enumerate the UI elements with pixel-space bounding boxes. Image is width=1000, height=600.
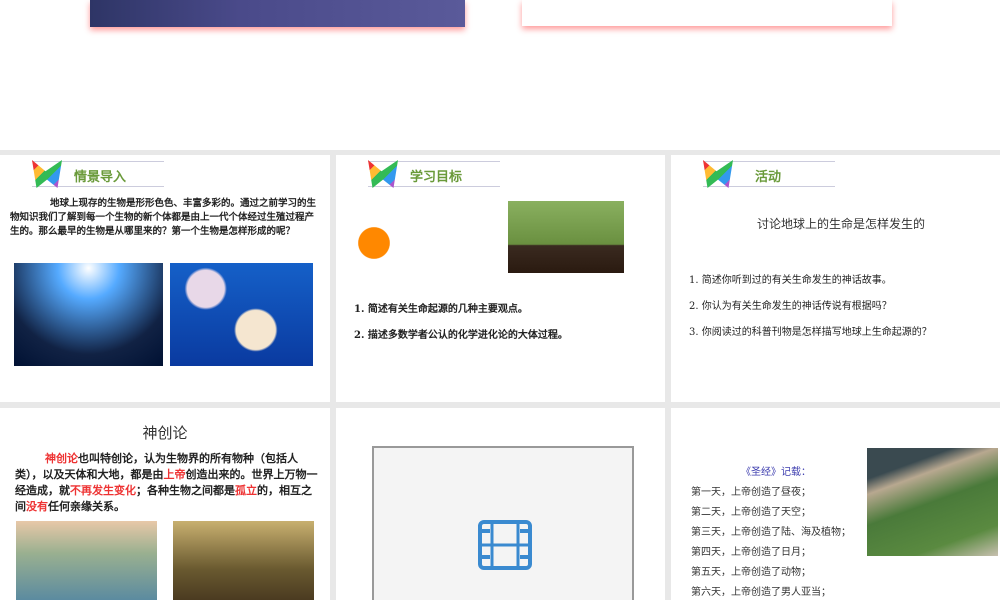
objective-2: 2. 描述多数学者公认的化学进化论的大体过程。 <box>354 330 568 341</box>
slide-4[interactable]: 活动 讨论地球上的生命是怎样发生的 1. 简述你听到过的有关生命发生的神话故事。… <box>671 155 1000 402</box>
butterfly-icon <box>368 160 398 188</box>
film-icon <box>478 520 532 570</box>
slide-header: 活动 <box>703 160 835 188</box>
text: ；各种生物之间都是 <box>136 484 235 497</box>
slide-header: 情景导入 <box>32 160 164 188</box>
sprout-image <box>508 201 624 273</box>
highlight: 神创论 <box>45 452 78 465</box>
lab-image <box>522 0 892 26</box>
text: 任何亲缘关系。 <box>48 500 125 513</box>
highlight: 没有 <box>26 500 48 513</box>
slide-title: 活动 <box>755 170 782 185</box>
highlight: 孤立 <box>235 484 257 497</box>
highlight: 上帝 <box>163 468 186 481</box>
owl-teacher-image <box>354 210 394 270</box>
activity-subtitle: 讨论地球上的生命是怎样发生的 <box>756 217 925 231</box>
slide-1[interactable] <box>0 0 1000 150</box>
highlight: 不再发生变化 <box>70 484 136 497</box>
slide-6[interactable] <box>336 408 665 600</box>
slide-5[interactable]: 神创论 神创论也叫特创论，认为生物界的所有物种（包括人类），以及天体和大地，都是… <box>0 408 330 600</box>
mythology-image <box>16 521 157 600</box>
butterfly-icon <box>703 160 733 188</box>
activity-1: 1. 简述你听到过的有关生命发生的神话故事。 <box>689 275 892 286</box>
video-placeholder[interactable] <box>372 446 634 600</box>
day-4: 第四天，上帝创造了日月； <box>691 547 811 558</box>
christ-statue-image <box>867 448 998 556</box>
slide-title: 情景导入 <box>74 170 127 185</box>
slide-header: 学习目标 <box>368 160 500 188</box>
butterfly-icon <box>32 160 62 188</box>
activity-3: 3. 你阅读过的科普刊物是怎样描写地球上生命起源的？ <box>689 327 932 338</box>
creation-painting-image <box>173 521 314 600</box>
slide-title: 神创论 <box>142 424 188 442</box>
creationism-text: 神创论也叫特创论，认为生物界的所有物种（包括人类），以及天体和大地，都是由上帝创… <box>15 451 320 515</box>
day-3: 第三天，上帝创造了陆、海及植物； <box>691 527 851 538</box>
bible-heading: 《圣经》记载： <box>741 467 811 478</box>
day-6: 第六天，上帝创造了男人亚当； <box>691 587 831 598</box>
slide-2[interactable]: 情景导入 地球上现存的生物是形形色色、丰富多彩的。通过之前学习的生物知识我们了解… <box>0 155 330 402</box>
jellyfish-image <box>170 263 313 366</box>
objective-1: 1. 简述有关生命起源的几种主要观点。 <box>354 304 528 315</box>
day-1: 第一天，上帝创造了昼夜； <box>691 487 811 498</box>
slide-title: 学习目标 <box>410 170 463 185</box>
cells-image <box>90 0 465 27</box>
slide-3[interactable]: 学习目标 1. 简述有关生命起源的几种主要观点。 2. 描述多数学者公认的化学进… <box>336 155 665 402</box>
galaxy-image <box>14 263 163 366</box>
activity-2: 2. 你认为有关生命发生的神话传说有根据吗？ <box>689 301 892 312</box>
slide-7[interactable]: 《圣经》记载： 第一天，上帝创造了昼夜； 第二天，上帝创造了天空； 第三天，上帝… <box>671 408 1000 600</box>
day-2: 第二天，上帝创造了天空； <box>691 507 811 518</box>
intro-text: 地球上现存的生物是形形色色、丰富多彩的。通过之前学习的生物知识我们了解到每一个生… <box>10 198 317 237</box>
day-5: 第五天，上帝创造了动物； <box>691 567 811 578</box>
